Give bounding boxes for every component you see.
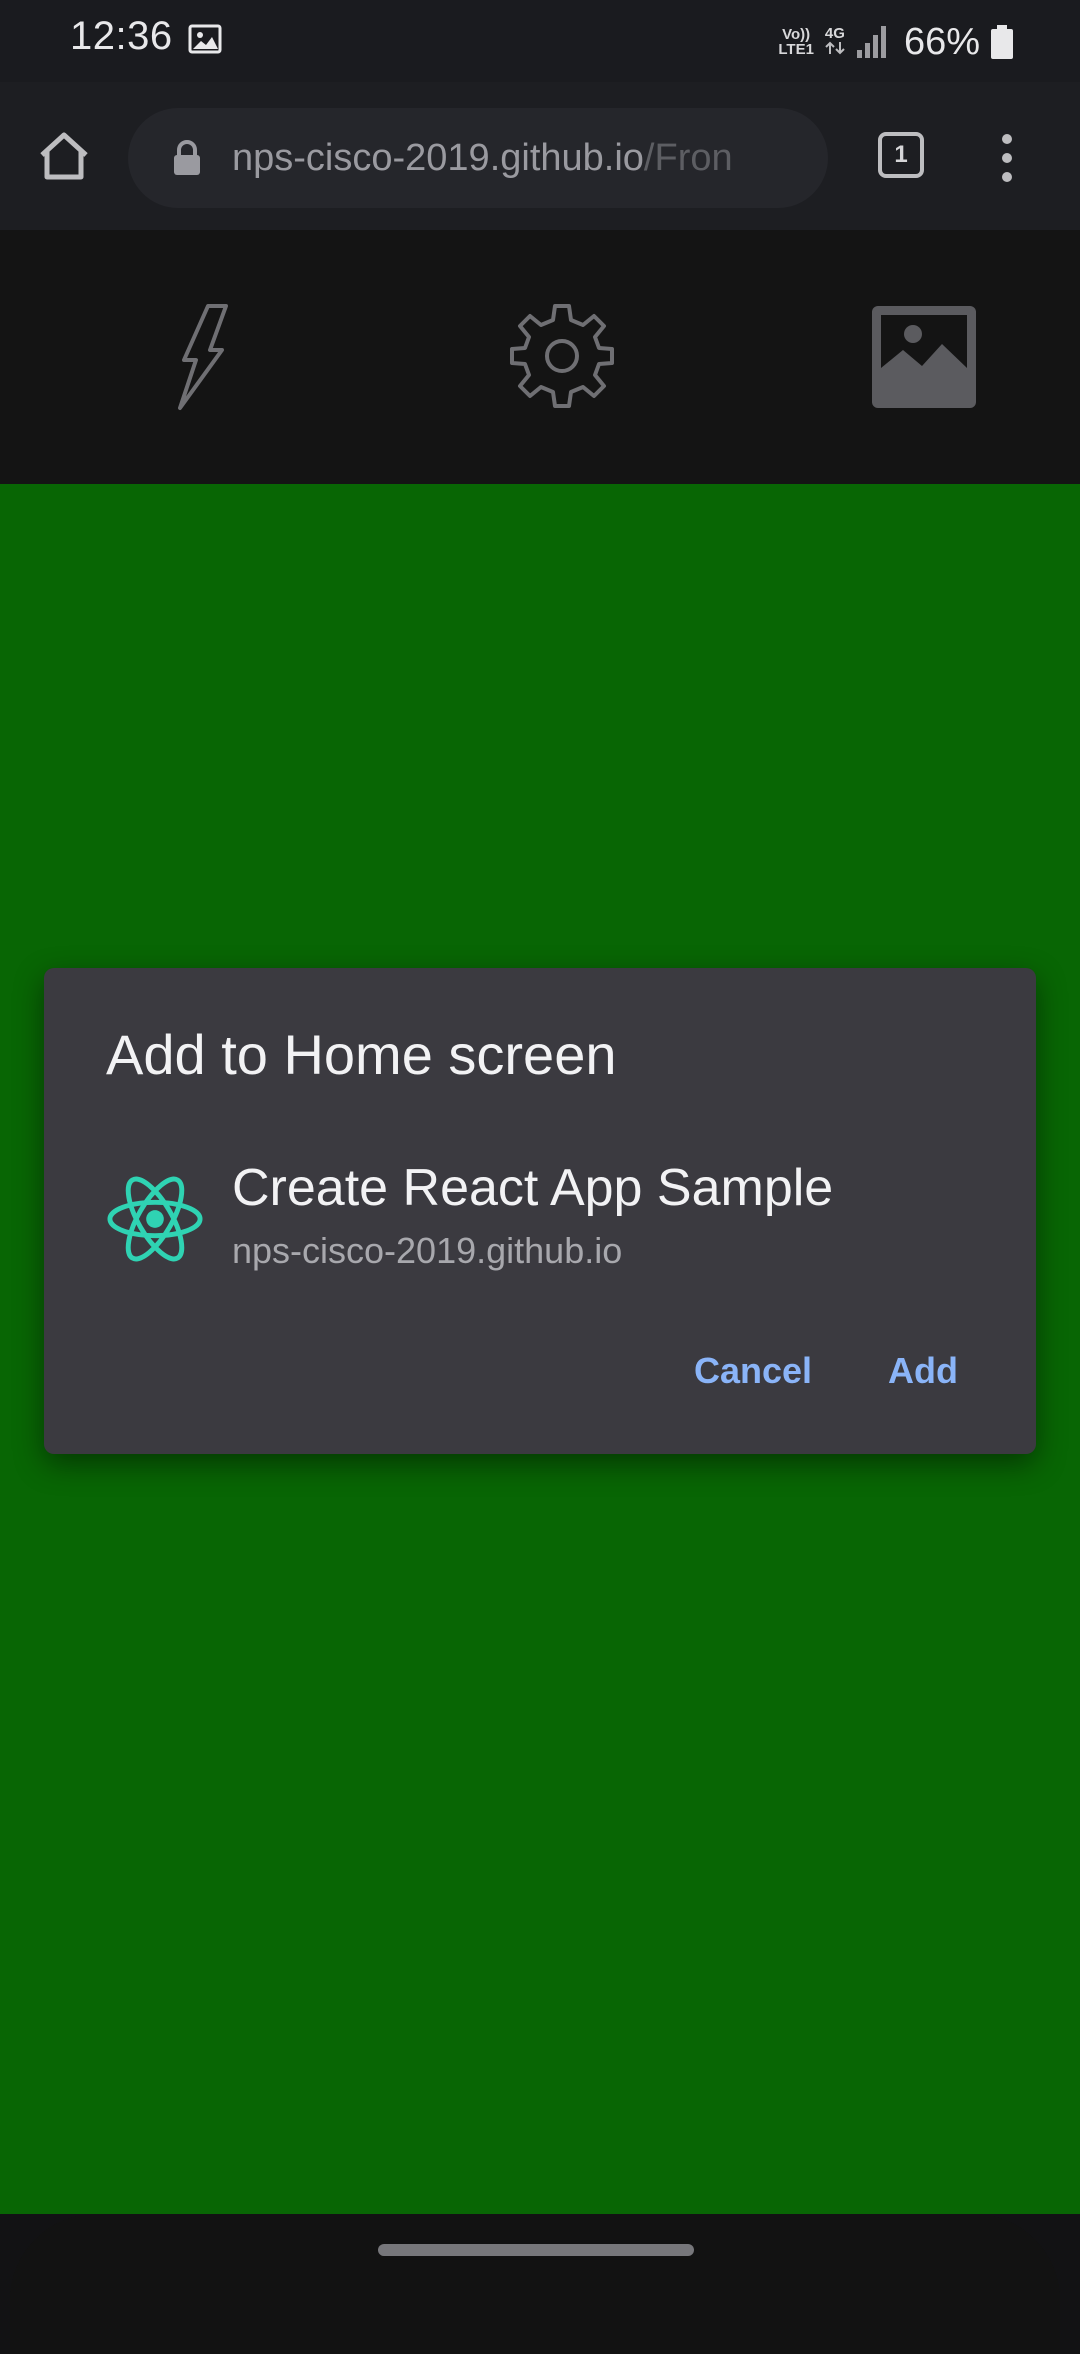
add-button[interactable]: Add [888,1350,958,1392]
app-origin: nps-cisco-2019.github.io [232,1230,623,1271]
url-host: nps-cisco-2019.github.io [232,136,644,179]
dialog-title: Add to Home screen [106,1023,617,1086]
network-type-label: 4G [824,25,845,42]
lock-icon [174,140,200,175]
volte-indicator: Vo)) LTE1 [778,27,814,57]
battery-icon [991,25,1013,59]
url-path: /Fron [643,136,733,179]
app-toolbar [0,230,1080,484]
gallery-notification-icon [188,24,222,54]
status-time: 12:36 [70,14,173,58]
battery-percent: 66% [903,20,980,63]
tab-count: 1 [894,141,908,168]
app-name[interactable]: Create React App Sample [232,1158,833,1218]
address-bar[interactable]: nps-cisco-2019.github.io/Fron [128,108,828,208]
volte-label: Vo)) [782,26,811,43]
lte-label: LTE1 [778,41,814,58]
url-text: nps-cisco-2019.github.io/Fron [232,137,733,180]
cancel-button[interactable]: Cancel [694,1350,812,1392]
home-icon[interactable] [36,128,92,184]
gear-icon[interactable] [508,302,616,410]
signal-strength-icon [856,26,886,58]
add-to-home-dialog: Add to Home screen Create React App Samp… [44,968,1036,1454]
status-indicators: Vo)) LTE1 4G 66% [778,14,1014,70]
status-bar: 12:36 Vo)) LTE1 4G 66% [0,0,1080,82]
more-options-icon[interactable] [994,132,1020,184]
react-logo-icon [107,1176,203,1262]
network-type-indicator: 4G [824,26,846,58]
gesture-nav-bar [10,2214,1060,2354]
browser-toolbar: nps-cisco-2019.github.io/Fron 1 [0,82,1080,230]
image-icon[interactable] [870,304,978,410]
tab-switcher-button[interactable]: 1 [878,132,924,178]
flash-icon[interactable] [170,302,234,412]
data-arrows-icon [825,41,845,55]
home-indicator[interactable] [378,2244,694,2256]
